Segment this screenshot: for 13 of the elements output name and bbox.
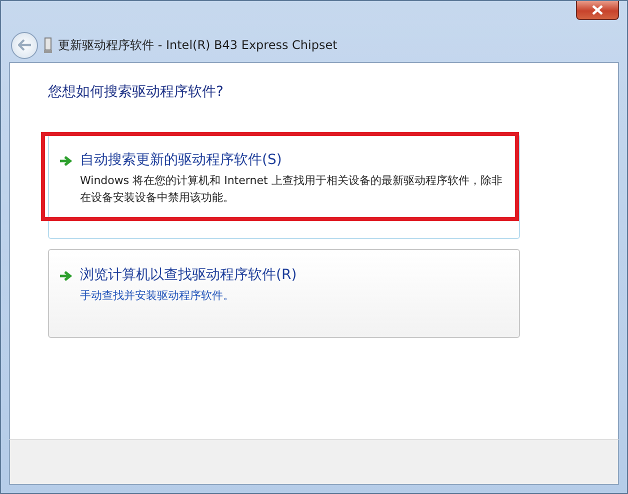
arrow-icon xyxy=(59,155,72,167)
window-title: 更新驱动程序软件 - Intel(R) B43 Express Chipset xyxy=(58,36,338,54)
device-icon xyxy=(44,37,52,53)
close-button[interactable] xyxy=(576,1,619,20)
option-description: 手动查找并安装驱动程序软件。 xyxy=(80,288,235,304)
page-heading: 您想如何搜索驱动程序软件? xyxy=(48,83,224,101)
option-title: 自动搜索更新的驱动程序软件(S) xyxy=(80,151,283,169)
arrow-icon xyxy=(59,270,72,282)
option-title: 浏览计算机以查找驱动程序软件(R) xyxy=(80,266,298,284)
back-arrow-icon xyxy=(18,39,32,51)
option-description: Windows 将在您的计算机和 Internet 上查找用于相关设备的最新驱动程序软件，除非在设备安装设备中禁用该功能。 xyxy=(80,173,504,206)
close-icon xyxy=(592,5,603,15)
option-card[interactable]: 浏览计算机以查找驱动程序软件(R) 手动查找并安装驱动程序软件。 xyxy=(48,249,520,338)
